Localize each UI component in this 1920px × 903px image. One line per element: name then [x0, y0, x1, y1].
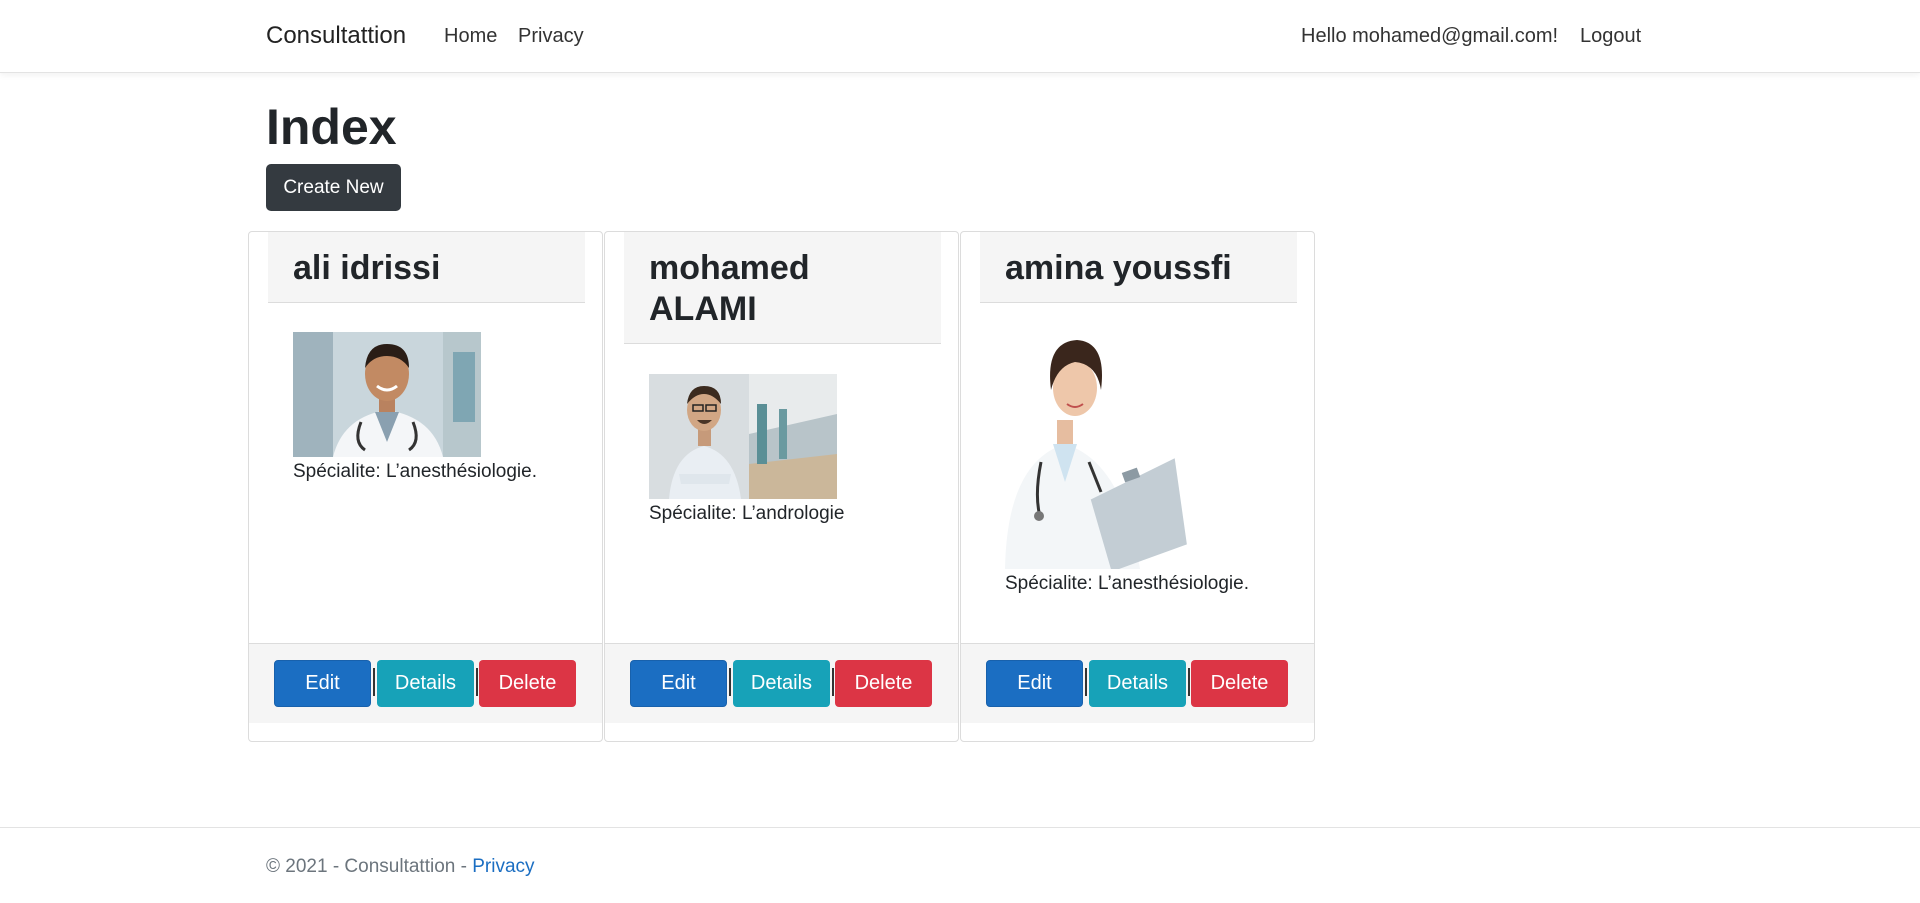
button-separator: [729, 668, 731, 696]
details-button[interactable]: Details: [733, 660, 830, 707]
button-separator: [373, 668, 375, 696]
edit-button[interactable]: Edit: [986, 660, 1083, 707]
delete-button[interactable]: Delete: [835, 660, 932, 707]
nav-home-link[interactable]: Home: [444, 25, 497, 48]
card-footer: Edit Details Delete: [605, 643, 958, 723]
doctor-photo: [293, 332, 481, 457]
doctor-name: ali idrissi: [293, 249, 441, 287]
delete-button[interactable]: Delete: [1191, 660, 1288, 707]
card-footer: Edit Details Delete: [961, 643, 1314, 723]
details-button[interactable]: Details: [377, 660, 474, 707]
copyright-text: © 2021 - Consultattion -: [266, 856, 473, 877]
delete-button[interactable]: Delete: [479, 660, 576, 707]
create-new-button[interactable]: Create New: [266, 164, 401, 211]
logout-button[interactable]: Logout: [1580, 25, 1641, 48]
button-separator: [476, 668, 478, 696]
doctor-name: amina youssfi: [1005, 249, 1232, 287]
card-footer: Edit Details Delete: [249, 643, 602, 723]
card-header: mohamed ALAMI: [624, 232, 941, 344]
nav-privacy-link[interactable]: Privacy: [518, 25, 584, 48]
button-separator: [832, 668, 834, 696]
doctor-name: mohamed ALAMI: [649, 249, 810, 328]
footer-text: © 2021 - Consultattion - Privacy: [266, 856, 535, 878]
card-header: amina youssfi: [980, 232, 1297, 303]
doctor-card: ali idrissi Spécialite: L’anesthésiologi…: [248, 231, 603, 742]
button-separator: [1188, 668, 1190, 696]
user-greeting[interactable]: Hello mohamed@gmail.com!: [1301, 25, 1558, 48]
brand-link[interactable]: Consultattion: [266, 22, 406, 50]
navbar: Consultattion Home Privacy Hello mohamed…: [0, 0, 1920, 73]
details-button[interactable]: Details: [1089, 660, 1186, 707]
button-separator: [1085, 668, 1087, 696]
page-title: Index: [266, 99, 397, 155]
doctor-card: amina youssfi Spécialite: L’anesthésiolo…: [960, 231, 1315, 742]
doctor-speciality: Spécialite: L’anesthésiologie.: [1005, 573, 1250, 594]
doctor-photo: [649, 374, 837, 499]
doctor-speciality: Spécialite: L’andrologie: [649, 503, 845, 524]
page-footer: © 2021 - Consultattion - Privacy: [0, 827, 1920, 903]
footer-privacy-link[interactable]: Privacy: [472, 856, 534, 877]
edit-button[interactable]: Edit: [274, 660, 371, 707]
doctor-card: mohamed ALAMI Spécialite: L’andrologie E…: [604, 231, 959, 742]
doctor-speciality: Spécialite: L’anesthésiologie.: [293, 461, 538, 482]
edit-button[interactable]: Edit: [630, 660, 727, 707]
doctor-photo: [1005, 332, 1193, 569]
card-header: ali idrissi: [268, 232, 585, 303]
